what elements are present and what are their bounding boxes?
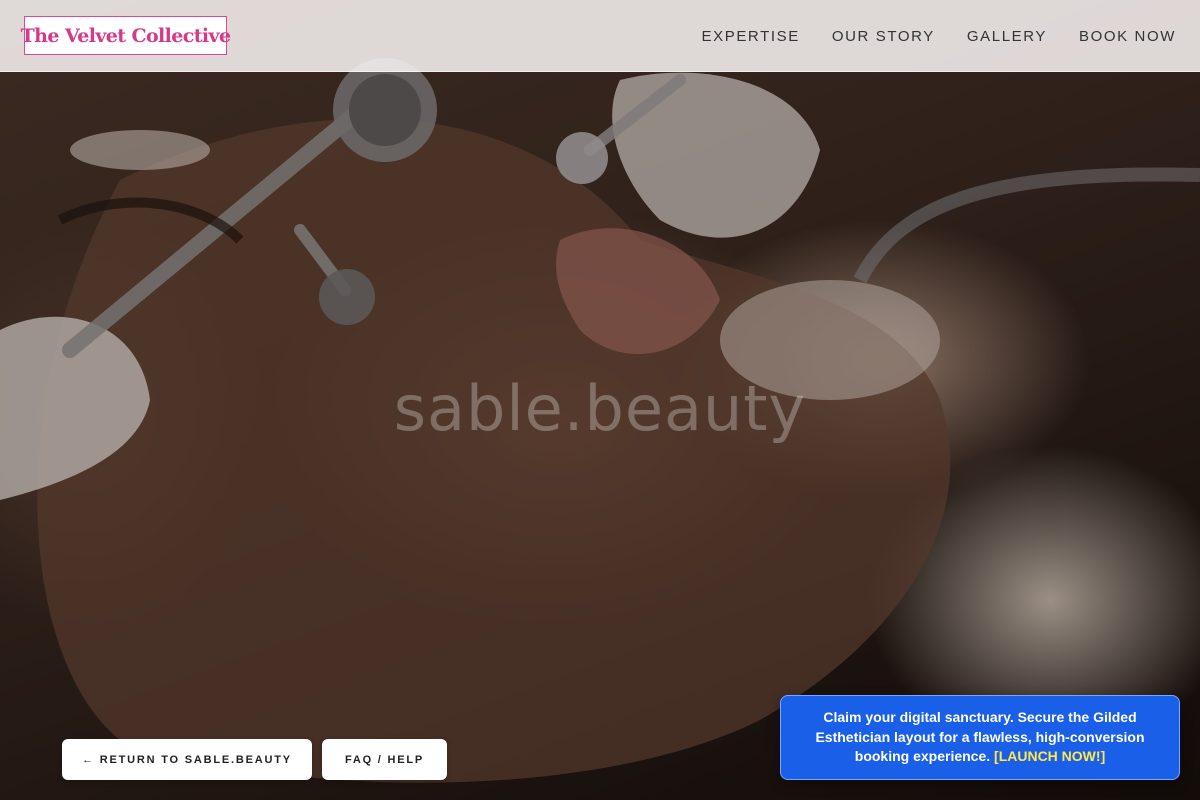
nav-our-story[interactable]: OUR STORY [832,28,935,45]
site-logo[interactable]: The Velvet Collective [21,16,231,55]
launch-now-link[interactable]: [LAUNCH NOW!] [994,748,1105,764]
nav-gallery[interactable]: GALLERY [967,28,1047,45]
site-header: The Velvet Collective EXPERTISE OUR STOR… [0,0,1200,72]
nav-book-now[interactable]: BOOK NOW [1079,28,1176,45]
promo-banner[interactable]: Claim your digital sanctuary. Secure the… [780,695,1180,780]
main-nav: EXPERTISE OUR STORY GALLERY BOOK NOW [702,0,1176,72]
nav-expertise[interactable]: EXPERTISE [702,28,800,45]
site-watermark: sable.beauty [393,372,807,445]
faq-help-button[interactable]: FAQ / HELP [322,739,447,780]
return-button[interactable]: ← RETURN TO SABLE.BEAUTY [62,739,312,780]
